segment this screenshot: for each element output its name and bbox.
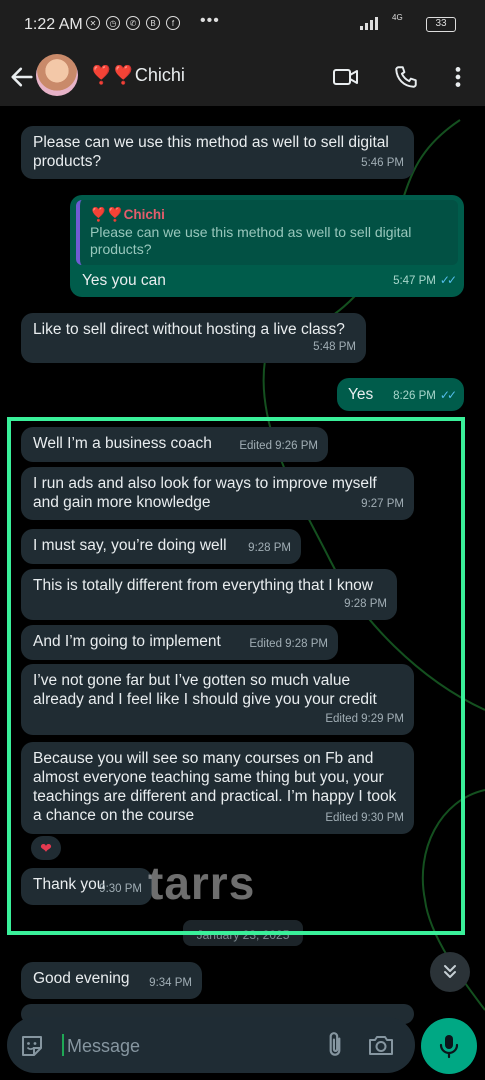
message-input[interactable] xyxy=(67,1034,317,1058)
more-vert-icon[interactable] xyxy=(445,64,471,90)
message-bubble[interactable]: Well I’m a business coach Edited 9:26 PM xyxy=(21,427,328,462)
quoted-sender: ❣️❣️Chichi xyxy=(90,207,165,222)
heart-reaction[interactable]: ❤ xyxy=(31,836,61,860)
notification-icons: ✕ ◷ ✆ B f xyxy=(86,16,180,30)
status-bar: 1:22 AM ✕ ◷ ✆ B f ••• 4G 33 xyxy=(0,0,485,48)
date-chip: January 23, 2025 xyxy=(183,920,303,946)
message-bubble[interactable]: Good evening 9:34 PM xyxy=(21,962,202,999)
message-time: Edited 9:29 PM xyxy=(325,713,404,725)
message-text: Like to sell direct without hosting a li… xyxy=(33,321,345,338)
chat-header: ❣️❣️Chichi xyxy=(0,48,485,106)
message-time: 5:46 PM xyxy=(361,157,404,169)
message-time: 9:28 PM xyxy=(248,542,291,554)
contact-name[interactable]: ❣️❣️Chichi xyxy=(90,65,185,86)
message-text: Good evening xyxy=(33,970,130,987)
message-time: 8:26 PM xyxy=(393,390,436,402)
battery-level: 33 xyxy=(435,18,447,29)
message-text: Well I’m a business coach xyxy=(33,435,212,452)
message-bubble[interactable]: And I’m going to implement Edited 9:28 P… xyxy=(21,625,338,660)
mute-icon: ✕ xyxy=(86,16,100,30)
back-arrow-icon[interactable] xyxy=(8,63,36,91)
message-time: 5:47 PM xyxy=(393,275,436,287)
scroll-to-bottom-button[interactable] xyxy=(430,952,470,992)
message-time: 9:30 PM xyxy=(99,883,142,895)
message-time: 5:48 PM xyxy=(313,341,356,353)
read-ticks-icon: ✓✓ xyxy=(439,273,457,287)
message-time: Edited 9:26 PM xyxy=(239,440,318,452)
message-text: I must say, you’re doing well xyxy=(33,537,227,554)
message-bubble[interactable]: Thank you 9:30 PM xyxy=(21,868,152,905)
message-text: I run ads and also look for ways to impr… xyxy=(33,475,377,511)
watermark: tarrs xyxy=(148,857,256,909)
message-text: This is totally different from everythin… xyxy=(33,577,374,594)
b-app-icon: B xyxy=(146,16,160,30)
double-chevron-down-icon xyxy=(444,965,456,978)
voice-message-button[interactable] xyxy=(421,1018,477,1074)
message-time: 9:27 PM xyxy=(361,498,404,510)
message-time: Edited 9:30 PM xyxy=(325,812,404,824)
message-text: Please can we use this method as well to… xyxy=(33,134,389,170)
message-time: Edited 9:28 PM xyxy=(249,638,328,650)
message-time: 9:28 PM xyxy=(344,598,387,610)
message-bubble-outgoing[interactable]: Yes 8:26 PM ✓✓ xyxy=(337,378,464,411)
avatar[interactable] xyxy=(36,54,78,96)
message-bubble[interactable]: Like to sell direct without hosting a li… xyxy=(21,313,366,363)
facebook-icon: f xyxy=(166,16,180,30)
status-time: 1:22 AM xyxy=(24,16,83,33)
battery-icon: 33 xyxy=(426,17,456,32)
read-ticks-icon: ✓✓ xyxy=(439,388,457,402)
microphone-icon xyxy=(439,1035,459,1059)
video-call-icon[interactable] xyxy=(333,64,359,90)
quoted-message[interactable]: ❣️❣️Chichi Please can we use this method… xyxy=(76,200,458,265)
message-bubble[interactable]: I must say, you’re doing well 9:28 PM xyxy=(21,529,301,564)
message-text: And I’m going to implement xyxy=(33,633,221,650)
message-bubble[interactable]: I’ve not gone far but I’ve gotten so muc… xyxy=(21,664,414,735)
signal-icon xyxy=(360,17,378,30)
sticker-icon[interactable] xyxy=(19,1033,45,1059)
message-text: I’ve not gone far but I’ve gotten so muc… xyxy=(33,672,377,708)
camera-icon[interactable] xyxy=(367,1032,395,1058)
message-composer xyxy=(7,1017,415,1073)
network-type: 4G xyxy=(392,13,403,22)
message-time: 9:34 PM xyxy=(149,977,192,989)
text-cursor xyxy=(62,1034,64,1056)
message-bubble[interactable]: I run ads and also look for ways to impr… xyxy=(21,467,414,520)
message-text: Thank you xyxy=(33,876,106,893)
message-bubble-outgoing[interactable]: ❣️❣️Chichi Please can we use this method… xyxy=(70,195,464,297)
alarm-icon: ◷ xyxy=(106,16,120,30)
message-bubble[interactable]: This is totally different from everythin… xyxy=(21,569,397,620)
message-bubble[interactable]: Please can we use this method as well to… xyxy=(21,126,414,179)
message-time-status: 8:26 PM ✓✓ xyxy=(393,386,457,406)
attach-icon[interactable] xyxy=(322,1031,348,1059)
message-time-status: 5:47 PM ✓✓ xyxy=(393,271,457,291)
message-text: Yes xyxy=(348,386,374,403)
more-notifications-icon: ••• xyxy=(200,12,220,29)
whatsapp-icon: ✆ xyxy=(126,16,140,30)
phone-icon[interactable] xyxy=(393,64,419,90)
message-bubble[interactable]: Because you will see so many courses on … xyxy=(21,742,414,834)
quoted-text: Please can we use this method as well to… xyxy=(90,224,412,257)
